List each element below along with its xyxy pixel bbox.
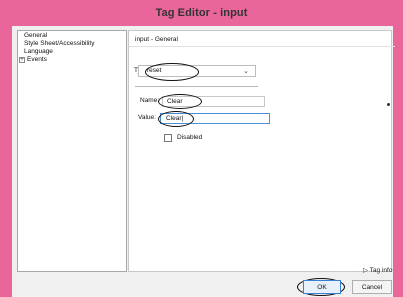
tree-item-language[interactable]: Language: [24, 48, 53, 56]
annotation-ellipse-value: [158, 111, 194, 127]
tree-item-general[interactable]: General: [24, 32, 47, 40]
ok-button-label: OK: [317, 283, 327, 291]
category-tree[interactable]: General Style Sheet/Accessibility Langua…: [17, 30, 127, 272]
disabled-label: Disabled: [177, 134, 203, 141]
tree-item-label: Events: [27, 56, 47, 63]
cancel-button-label: Cancel: [361, 283, 383, 291]
tree-item-events[interactable]: + Events: [19, 56, 47, 64]
type-divider: [135, 86, 258, 87]
disabled-checkbox[interactable]: [164, 134, 172, 142]
panel-header: input - General: [135, 36, 178, 43]
title-bar[interactable]: Tag Editor - input: [0, 0, 403, 26]
tree-item-style-sheet-accessibility[interactable]: Style Sheet/Accessibility: [24, 40, 94, 48]
tree-item-label: Language: [24, 48, 53, 55]
marker-dot: [387, 103, 390, 106]
header-divider: [129, 46, 395, 47]
tree-item-label: General: [24, 32, 48, 39]
ok-button[interactable]: OK: [303, 280, 341, 294]
annotation-ellipse-type: [145, 63, 199, 81]
tag-info-toggle[interactable]: ▷ Tag info: [363, 266, 392, 274]
value-label: Value:: [138, 114, 156, 121]
window-title: Tag Editor - input: [155, 7, 248, 19]
tree-item-label: Style Sheet/Accessibility: [24, 40, 95, 47]
name-label: Name:: [140, 97, 160, 104]
tag-info-divider: [330, 271, 358, 272]
expand-plus-icon[interactable]: +: [19, 57, 25, 63]
annotation-ellipse-name: [158, 94, 202, 109]
cancel-button[interactable]: Cancel: [352, 280, 392, 294]
chevron-down-icon: ⌄: [243, 68, 249, 75]
